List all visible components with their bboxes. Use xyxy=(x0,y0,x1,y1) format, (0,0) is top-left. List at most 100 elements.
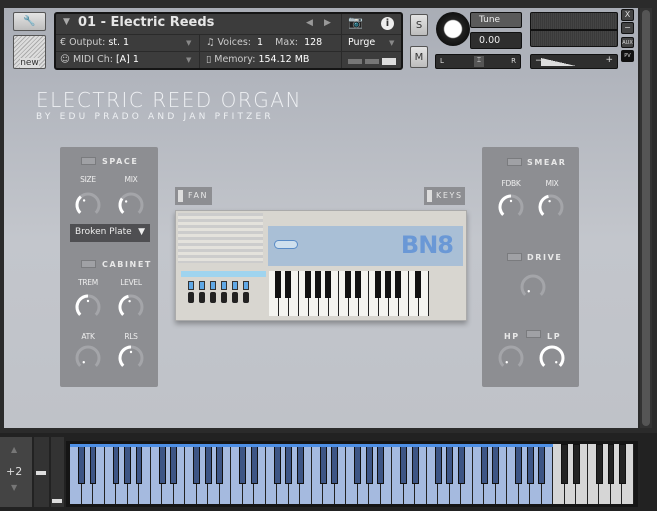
close-button[interactable]: X xyxy=(621,9,634,21)
fan-toggle[interactable]: FAN xyxy=(175,187,212,205)
purge-button[interactable]: Purge xyxy=(348,37,375,48)
instrument-menu-icon[interactable]: ▼ xyxy=(63,17,70,27)
atk-knob[interactable] xyxy=(74,344,102,372)
aux-button[interactable]: AUX xyxy=(621,37,634,48)
black-key[interactable] xyxy=(526,444,534,484)
reverb-type-dropdown[interactable]: Broken Plate ▼ xyxy=(70,224,150,242)
mod-wheel[interactable] xyxy=(51,437,64,507)
wrench-icon: 🔧 xyxy=(23,16,36,27)
pan-slider[interactable]: L ⌶ R xyxy=(435,54,521,69)
black-key[interactable] xyxy=(124,444,131,484)
minimize-button[interactable]: − xyxy=(621,22,634,34)
black-key[interactable] xyxy=(607,444,615,484)
mute-button[interactable]: M xyxy=(410,46,428,68)
trem-knob[interactable] xyxy=(74,293,102,321)
black-key[interactable] xyxy=(561,444,569,484)
black-key[interactable] xyxy=(446,444,454,484)
tune-knob[interactable] xyxy=(436,12,470,46)
lp-knob[interactable] xyxy=(538,344,566,372)
filter-toggle[interactable] xyxy=(526,330,541,338)
black-key[interactable] xyxy=(204,444,212,484)
organ-voice-tab xyxy=(188,281,194,290)
level-label: LEVEL xyxy=(120,278,142,287)
smear-toggle[interactable] xyxy=(507,158,522,166)
black-key[interactable] xyxy=(331,444,339,484)
midi-dropdown-icon[interactable]: ▼ xyxy=(186,56,191,64)
black-key[interactable] xyxy=(273,444,281,484)
black-key[interactable] xyxy=(216,444,224,484)
black-key[interactable] xyxy=(135,444,143,484)
organ-voice-tab xyxy=(210,281,216,290)
new-button[interactable]: new xyxy=(13,35,46,69)
black-key[interactable] xyxy=(365,444,373,484)
black-key[interactable] xyxy=(434,444,442,484)
hp-knob[interactable] xyxy=(497,344,525,372)
black-key[interactable] xyxy=(239,444,247,484)
next-instrument-icon[interactable]: ▶ xyxy=(324,18,331,28)
fdbk-knob[interactable] xyxy=(497,193,525,221)
prev-instrument-icon[interactable]: ◀ xyxy=(306,18,313,28)
octave-up-icon[interactable]: ▲ xyxy=(11,445,17,454)
level-knob[interactable] xyxy=(117,293,145,321)
pv-button[interactable]: PV xyxy=(621,50,634,62)
black-key[interactable] xyxy=(170,444,178,484)
black-key[interactable] xyxy=(538,444,546,484)
black-key[interactable] xyxy=(619,444,626,484)
fdbk-label: FDBK xyxy=(501,179,521,188)
black-key[interactable] xyxy=(457,444,465,484)
black-key[interactable] xyxy=(480,444,488,484)
instrument-subtitle: BY EDU PRADO AND JAN PFITZER xyxy=(36,112,274,122)
black-key[interactable] xyxy=(596,444,603,484)
wrench-button[interactable]: 🔧 xyxy=(13,12,46,31)
purge-dropdown-icon[interactable]: ▼ xyxy=(389,39,394,47)
scrollbar[interactable] xyxy=(640,8,652,428)
black-key[interactable] xyxy=(319,444,327,484)
output-select[interactable]: € Output: st. 1 xyxy=(60,37,129,48)
black-key[interactable] xyxy=(193,444,201,484)
piano-keyboard[interactable] xyxy=(66,441,638,507)
black-key[interactable] xyxy=(78,444,85,484)
tune-value[interactable]: 0.00 xyxy=(470,32,522,49)
organ-badge: BN8 xyxy=(400,231,454,259)
tune-label: Tune xyxy=(470,12,522,28)
pitch-wheel[interactable] xyxy=(34,437,49,507)
cabinet-toggle[interactable] xyxy=(81,260,96,268)
black-key[interactable] xyxy=(572,444,580,484)
max-voices[interactable]: 128 xyxy=(304,37,322,48)
black-key[interactable] xyxy=(377,444,385,484)
black-key[interactable] xyxy=(400,444,408,484)
black-key[interactable] xyxy=(354,444,362,484)
midi-channel-select[interactable]: ☺ MIDI Ch: [A] 1 xyxy=(60,54,139,65)
drive-label: DRIVE xyxy=(527,253,563,262)
black-key[interactable] xyxy=(515,444,523,484)
organ-voice-tab xyxy=(199,281,205,290)
black-key[interactable] xyxy=(492,444,500,484)
solo-button[interactable]: S xyxy=(410,14,428,36)
black-key[interactable] xyxy=(89,444,97,484)
black-key[interactable] xyxy=(296,444,304,484)
black-key[interactable] xyxy=(112,444,120,484)
keys-toggle[interactable]: KEYS xyxy=(424,187,465,205)
octave-value: +2 xyxy=(6,465,23,478)
info-icon[interactable]: i xyxy=(381,17,394,30)
black-key[interactable] xyxy=(285,444,293,484)
space-toggle[interactable] xyxy=(81,157,96,165)
rls-knob[interactable] xyxy=(117,344,145,372)
black-key[interactable] xyxy=(250,444,258,484)
volume-slider[interactable]: − + xyxy=(530,54,618,69)
smear-mix-knob[interactable] xyxy=(537,193,565,221)
black-key[interactable] xyxy=(411,444,419,484)
voices-readout: ♫ Voices: 1 Max: 128 xyxy=(206,37,323,48)
mix-knob[interactable] xyxy=(117,191,145,219)
pan-handle[interactable]: ⌶ xyxy=(474,56,484,67)
instrument-title: ELECTRIC REED ORGAN xyxy=(36,88,302,112)
camera-icon[interactable]: 📷 xyxy=(348,15,363,29)
drive-knob[interactable] xyxy=(519,273,547,301)
mix-label: MIX xyxy=(124,175,138,184)
instrument-name[interactable]: 01 - Electric Reeds xyxy=(78,15,214,30)
drive-toggle[interactable] xyxy=(507,253,522,261)
black-key[interactable] xyxy=(158,444,166,484)
output-dropdown-icon[interactable]: ▼ xyxy=(186,39,191,47)
octave-down-icon[interactable]: ▼ xyxy=(11,483,17,492)
size-knob[interactable] xyxy=(74,191,102,219)
